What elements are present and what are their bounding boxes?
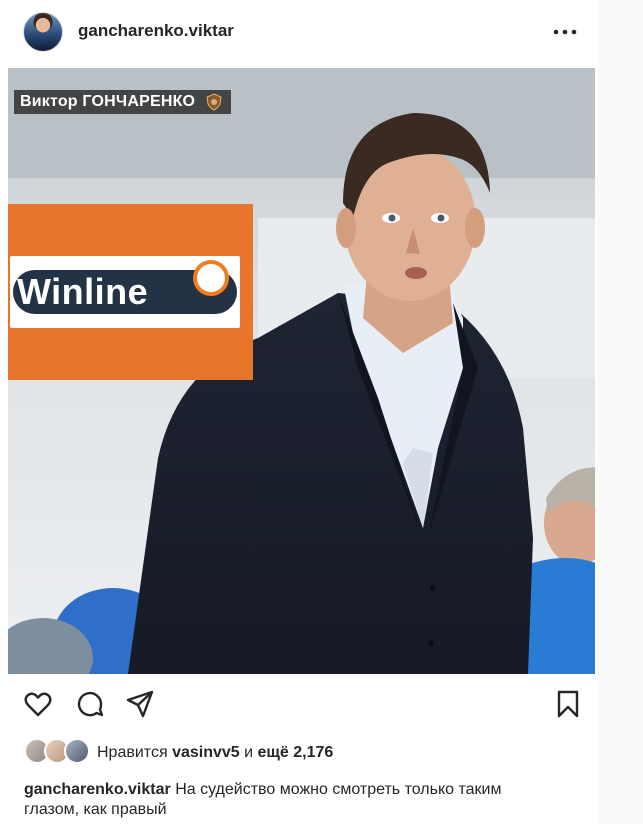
post-header: gancharenko.viktar <box>0 0 597 64</box>
post-caption: gancharenko.viktar На судейство можно см… <box>24 780 554 820</box>
bookmark-icon[interactable] <box>552 688 584 720</box>
post-image[interactable]: Виктор ГОНЧАРЕНКО Winline <box>8 68 595 674</box>
likes-prefix: Нравится <box>97 744 168 761</box>
sponsor-logo-circle <box>193 260 229 296</box>
sponsor-banner: Winline <box>8 204 253 380</box>
likes-summary[interactable]: Нравится vasinvv5 и ещё 2,176 <box>97 744 333 762</box>
likes-user[interactable]: vasinvv5 <box>172 744 240 761</box>
more-options-icon[interactable] <box>551 22 579 42</box>
page-background <box>597 0 643 824</box>
liker-avatar[interactable] <box>64 738 90 764</box>
comment-icon[interactable] <box>74 688 106 720</box>
sponsor-banner-panel: Winline <box>10 256 240 328</box>
send-icon[interactable] <box>124 688 156 720</box>
avatar[interactable] <box>23 12 63 52</box>
post-username[interactable]: gancharenko.viktar <box>78 21 234 41</box>
heart-icon[interactable] <box>22 688 54 720</box>
post-card: gancharenko.viktar Виктор ГОНЧАРЕНКО Win… <box>0 0 598 824</box>
broadcast-caption: Виктор ГОНЧАРЕНКО <box>14 90 232 114</box>
likes-row: Нравится vasinvv5 и ещё 2,176 <box>24 738 584 766</box>
broadcast-caption-text: Виктор ГОНЧАРЕНКО <box>20 93 196 110</box>
likes-and: и <box>244 744 254 761</box>
likes-others[interactable]: ещё 2,176 <box>258 744 334 761</box>
caption-username[interactable]: gancharenko.viktar <box>24 781 171 798</box>
club-crest-icon <box>206 93 222 111</box>
post-actions <box>0 680 597 728</box>
